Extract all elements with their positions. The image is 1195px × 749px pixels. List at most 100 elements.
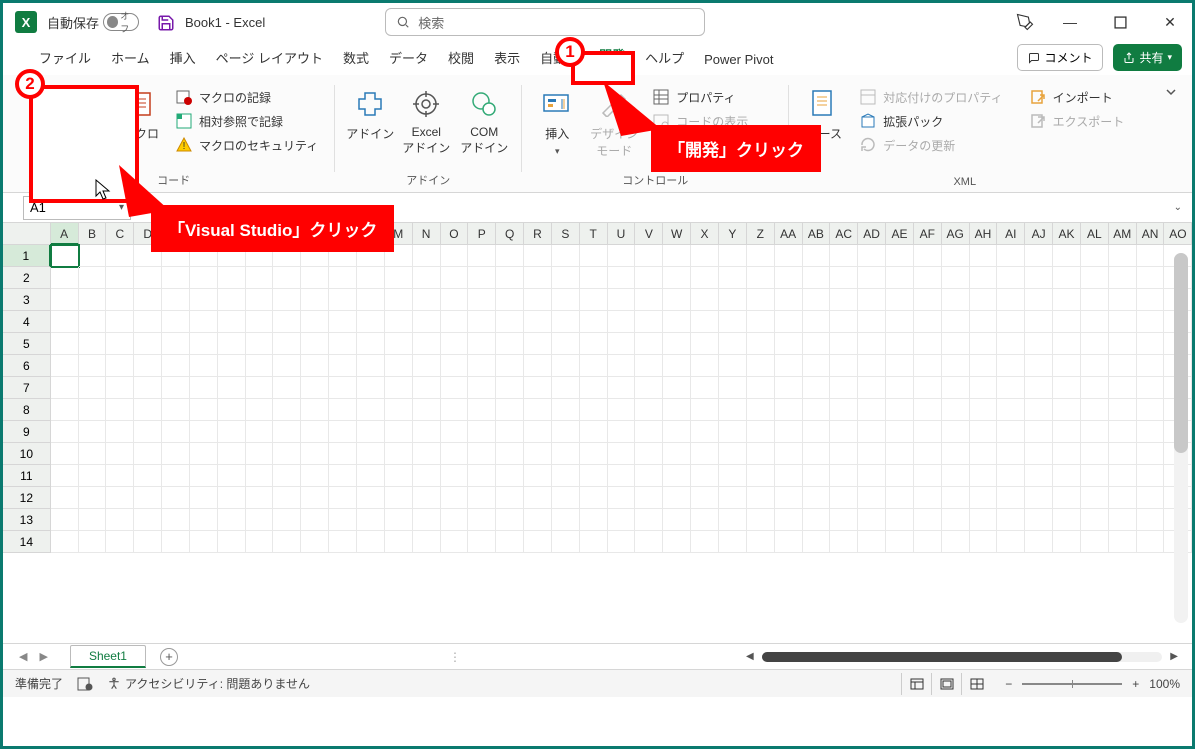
cell[interactable]	[635, 355, 663, 377]
cell[interactable]	[218, 355, 246, 377]
cell[interactable]	[1053, 531, 1081, 553]
column-header[interactable]: AD	[858, 223, 886, 245]
cell[interactable]	[1025, 377, 1053, 399]
cell[interactable]	[496, 509, 524, 531]
cell[interactable]	[357, 509, 385, 531]
cell[interactable]	[79, 465, 107, 487]
cell[interactable]	[301, 487, 329, 509]
vscroll-thumb[interactable]	[1174, 253, 1188, 453]
column-header[interactable]: AA	[775, 223, 803, 245]
cell[interactable]	[552, 421, 580, 443]
cell[interactable]	[747, 465, 775, 487]
cell[interactable]	[942, 443, 970, 465]
cell[interactable]	[51, 509, 79, 531]
cell[interactable]	[441, 465, 469, 487]
cell[interactable]	[691, 421, 719, 443]
cell[interactable]	[830, 509, 858, 531]
cell[interactable]	[106, 465, 134, 487]
cell[interactable]	[357, 333, 385, 355]
cell[interactable]	[942, 531, 970, 553]
cell[interactable]	[942, 245, 970, 267]
column-header[interactable]: W	[663, 223, 691, 245]
cell[interactable]	[775, 267, 803, 289]
cell[interactable]	[441, 421, 469, 443]
cell[interactable]	[663, 377, 691, 399]
cell[interactable]	[51, 443, 79, 465]
cell[interactable]	[691, 311, 719, 333]
cell[interactable]	[273, 355, 301, 377]
tab-page-layout[interactable]: ページ レイアウト	[206, 42, 333, 75]
cell[interactable]	[997, 377, 1025, 399]
cell[interactable]	[1025, 333, 1053, 355]
cell[interactable]	[747, 289, 775, 311]
column-header[interactable]: AO	[1164, 223, 1192, 245]
column-header[interactable]: U	[608, 223, 636, 245]
cell[interactable]	[608, 355, 636, 377]
cell[interactable]	[886, 311, 914, 333]
hscroll-thumb[interactable]	[762, 652, 1122, 662]
cell[interactable]	[830, 289, 858, 311]
cell[interactable]	[385, 509, 413, 531]
column-header[interactable]: A	[51, 223, 79, 245]
cell[interactable]	[246, 355, 274, 377]
row-header[interactable]: 7	[3, 377, 51, 399]
cell[interactable]	[691, 333, 719, 355]
cell[interactable]	[79, 399, 107, 421]
cell[interactable]	[301, 377, 329, 399]
cell[interactable]	[524, 377, 552, 399]
cell[interactable]	[970, 399, 998, 421]
cell[interactable]	[246, 399, 274, 421]
cell[interactable]	[468, 245, 496, 267]
cell[interactable]	[580, 311, 608, 333]
cell[interactable]	[552, 399, 580, 421]
cell[interactable]	[496, 333, 524, 355]
cell[interactable]	[524, 509, 552, 531]
cell[interactable]	[663, 531, 691, 553]
cell[interactable]	[1025, 487, 1053, 509]
cell[interactable]	[385, 465, 413, 487]
cell[interactable]	[162, 465, 190, 487]
cell[interactable]	[886, 355, 914, 377]
row-header[interactable]: 1	[3, 245, 51, 267]
cell[interactable]	[608, 377, 636, 399]
cell[interactable]	[190, 531, 218, 553]
cell[interactable]	[914, 377, 942, 399]
cell[interactable]	[441, 531, 469, 553]
cell[interactable]	[1081, 509, 1109, 531]
cell[interactable]	[79, 355, 107, 377]
cell[interactable]	[914, 509, 942, 531]
row-header[interactable]: 8	[3, 399, 51, 421]
cell[interactable]	[719, 399, 747, 421]
cell[interactable]	[635, 289, 663, 311]
cell[interactable]	[273, 531, 301, 553]
cell[interactable]	[190, 465, 218, 487]
cell[interactable]	[1109, 531, 1137, 553]
cell[interactable]	[552, 443, 580, 465]
cell[interactable]	[273, 509, 301, 531]
cell[interactable]	[942, 377, 970, 399]
cell[interactable]	[246, 377, 274, 399]
column-header[interactable]: AF	[914, 223, 942, 245]
cell[interactable]	[914, 245, 942, 267]
cell[interactable]	[79, 377, 107, 399]
cell[interactable]	[79, 421, 107, 443]
cell[interactable]	[1025, 289, 1053, 311]
cell[interactable]	[190, 311, 218, 333]
cell[interactable]	[496, 289, 524, 311]
cell[interactable]	[329, 355, 357, 377]
cell[interactable]	[997, 333, 1025, 355]
cell[interactable]	[970, 421, 998, 443]
cell[interactable]	[997, 355, 1025, 377]
cell[interactable]	[134, 355, 162, 377]
cell[interactable]	[552, 355, 580, 377]
cell[interactable]	[1137, 443, 1165, 465]
cell[interactable]	[635, 531, 663, 553]
cell[interactable]	[1053, 487, 1081, 509]
hscroll-track[interactable]	[762, 652, 1163, 662]
cell[interactable]	[1025, 311, 1053, 333]
cell[interactable]	[413, 509, 441, 531]
cell[interactable]	[246, 531, 274, 553]
cell[interactable]	[691, 509, 719, 531]
cell[interactable]	[635, 443, 663, 465]
cell[interactable]	[858, 487, 886, 509]
